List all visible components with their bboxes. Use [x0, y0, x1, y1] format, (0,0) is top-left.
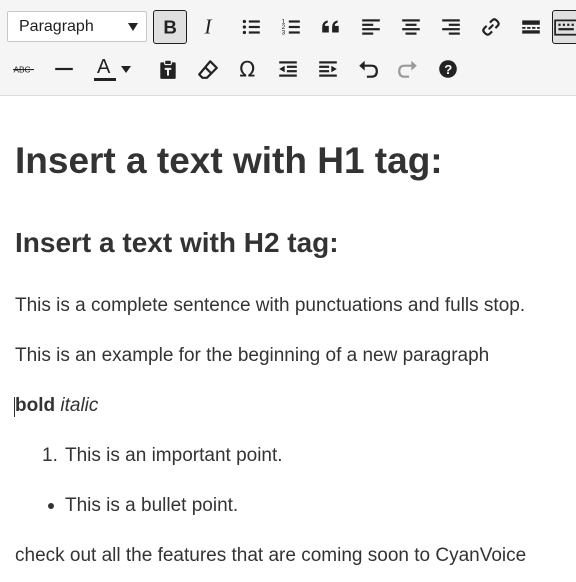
bold-icon: B: [163, 17, 177, 38]
horizontal-line-icon: [55, 67, 73, 71]
keyboard-icon: [554, 19, 576, 36]
clear-formatting-button[interactable]: [191, 52, 225, 86]
numbered-list-button[interactable]: 1 2 3: [274, 10, 308, 44]
help-icon: ?: [439, 60, 457, 78]
link-icon: [482, 18, 500, 36]
toolbar-toggle-button[interactable]: [552, 10, 576, 44]
paragraph-bold-italic: bold italic: [15, 395, 98, 417]
strikethrough-button[interactable]: ABC: [7, 52, 41, 86]
ordered-list-item-text: This is an important point.: [65, 445, 283, 466]
omega-icon: Ω: [239, 58, 255, 80]
paragraph-complete-sentence: This is a complete sentence with punctua…: [15, 295, 526, 316]
increase-indent-button[interactable]: [311, 52, 345, 86]
indent-icon: [319, 61, 337, 77]
italic-text: italic: [60, 395, 99, 416]
bulleted-list-icon: [242, 19, 260, 35]
ordered-list-marker: 1.: [42, 445, 58, 466]
special-character-button[interactable]: Ω: [231, 52, 265, 86]
svg-text:I: I: [204, 16, 213, 38]
editor-toolbar: Paragraph B I 1 2 3 ABC A Ω ?: [0, 0, 576, 96]
align-right-icon: [442, 19, 460, 35]
italic-button[interactable]: I: [193, 10, 227, 44]
redo-button[interactable]: [391, 52, 425, 86]
eraser-icon: [198, 60, 218, 79]
align-left-icon: [362, 19, 380, 35]
chevron-down-icon: [128, 23, 138, 31]
paragraph-cyanvoice: check out all the features that are comi…: [15, 545, 527, 566]
svg-text:B: B: [163, 17, 177, 38]
format-select-value: Paragraph: [19, 17, 94, 35]
align-left-button[interactable]: [354, 10, 388, 44]
undo-button[interactable]: [351, 52, 385, 86]
align-right-button[interactable]: [434, 10, 468, 44]
undo-icon: [359, 60, 378, 78]
bold-text: bold: [15, 395, 56, 416]
horizontal-line-button[interactable]: [47, 52, 81, 86]
text-color-button[interactable]: A: [87, 52, 135, 86]
svg-text:?: ?: [444, 62, 452, 77]
read-more-button[interactable]: [514, 10, 548, 44]
svg-text:3: 3: [282, 30, 286, 37]
bulleted-list-button[interactable]: [234, 10, 268, 44]
align-center-icon: [402, 19, 420, 35]
toolbar-row-2: ABC A Ω ?: [0, 49, 576, 89]
ordered-list-item: 1. This is an important point.: [42, 445, 283, 467]
blockquote-button[interactable]: [314, 10, 348, 44]
toolbar-row-1: Paragraph B I 1 2 3: [0, 7, 576, 47]
keyboard-shortcuts-button[interactable]: ?: [431, 52, 465, 86]
svg-text:Ω: Ω: [239, 58, 255, 80]
bullet-list-item-text: This is a bullet point.: [65, 495, 239, 516]
bold-button[interactable]: B: [153, 10, 187, 44]
paragraph-new-paragraph: This is an example for the beginning of …: [15, 345, 490, 366]
outdent-icon: [279, 61, 297, 77]
chevron-down-icon: [121, 65, 131, 73]
heading-2: Insert a text with H2 tag:: [15, 227, 339, 258]
text-color-icon: A: [91, 56, 117, 82]
decrease-indent-button[interactable]: [271, 52, 305, 86]
insert-link-button[interactable]: [474, 10, 508, 44]
italic-icon: I: [204, 16, 213, 38]
heading-1: Insert a text with H1 tag:: [15, 140, 443, 181]
clipboard-icon: [160, 59, 176, 79]
paste-as-text-button[interactable]: [151, 52, 185, 86]
bullet-marker: [48, 503, 54, 509]
quote-icon: [322, 20, 339, 33]
numbered-list-icon: 1 2 3: [282, 19, 300, 37]
text-color-letter: A: [97, 56, 111, 78]
strikethrough-icon: ABC: [13, 65, 34, 74]
bullet-list-item: This is a bullet point.: [48, 495, 239, 517]
read-more-icon: [522, 20, 540, 34]
text-cursor: [14, 397, 15, 417]
align-center-button[interactable]: [394, 10, 428, 44]
format-select[interactable]: Paragraph: [7, 11, 147, 42]
redo-icon: [398, 60, 417, 78]
